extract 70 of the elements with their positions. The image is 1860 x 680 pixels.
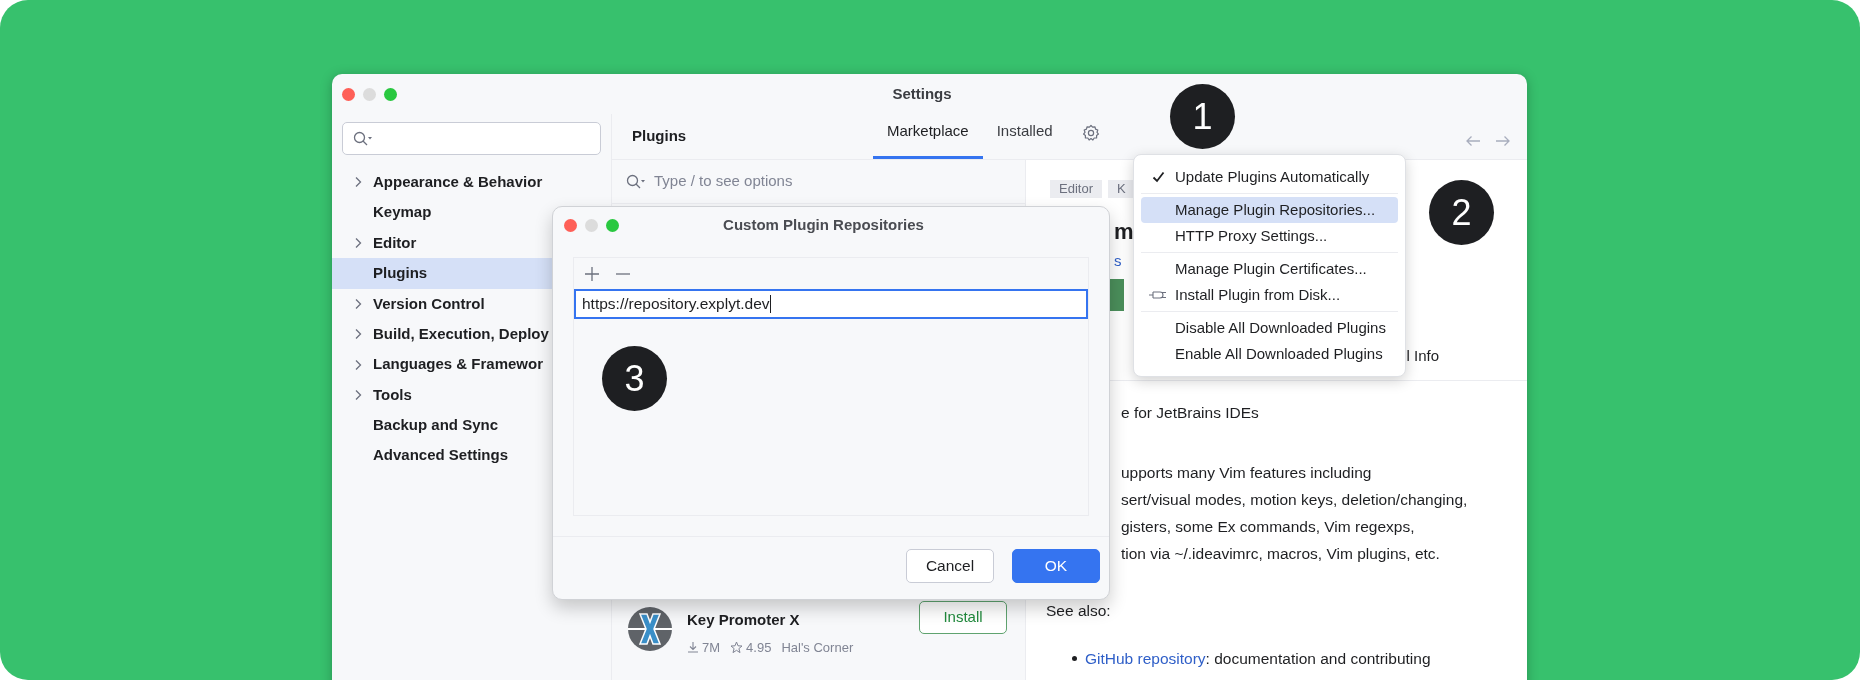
menu-item[interactable]: Disable All Downloaded Plugins [1141,315,1398,341]
forward-arrow-icon[interactable] [1495,134,1511,147]
menu-item[interactable]: Update Plugins Automatically [1141,164,1398,190]
plugin-rating: 4.95 [746,638,772,657]
sidebar-item-label: Editor [373,232,417,253]
download-icon [687,641,699,654]
sidebar-item-label: Tools [373,384,412,405]
sidebar-item-label: Keymap [373,202,432,223]
sidebar-item-label: Version Control [373,293,485,314]
sidebar-item-label: Advanced Settings [373,445,509,466]
menu-item[interactable]: Install Plugin from Disk... [1141,282,1398,308]
menu-item[interactable]: Manage Plugin Repositories... [1141,197,1398,223]
star-icon [730,640,744,654]
add-icon[interactable] [584,265,600,282]
plugins-title: Plugins [632,126,687,147]
chevron-right-icon[interactable] [354,297,362,310]
zoom-window-button[interactable] [606,218,619,232]
plugin-vendor: Hal's Corner [781,638,854,657]
tab[interactable]: l Info [1406,344,1439,367]
tab[interactable]: Installed [982,114,1067,159]
description-text: tion via ~/.ideavimrc, macros, Vim plugins, etc. [1121,544,1441,565]
sidebar-item-label: Build, Execution, Deploy [373,323,549,344]
github-link[interactable]: GitHub repository [1085,649,1206,667]
description-text: upports many Vim features including [1121,463,1373,484]
dialog-title: Custom Plugin Repositories [723,214,924,235]
search-icon [626,173,646,190]
plugin-title: m [1114,218,1134,246]
menu-item[interactable]: Enable All Downloaded Plugins [1141,341,1398,367]
install-button[interactable] [1110,278,1124,311]
close-window-button[interactable] [342,87,355,101]
menu-item[interactable]: Manage Plugin Certificates... [1141,256,1398,282]
chevron-right-icon[interactable] [354,236,362,249]
ok-button[interactable]: OK [1012,549,1100,583]
sidebar-item[interactable]: Editor [332,227,611,259]
plugin-name: Key Promoter X [687,610,801,630]
bullet-text: GitHub repository: documentation and contributing [1085,648,1431,669]
install-button[interactable]: Install [919,601,1007,634]
bullet-icon [1072,655,1077,661]
search-icon [353,130,373,147]
text-cursor [769,295,771,313]
vendor-link[interactable]: s [1114,250,1122,273]
plug-icon [1148,289,1168,301]
chevron-right-icon[interactable] [354,328,362,341]
sidebar-item-label: Backup and Sync [373,415,499,436]
tag: K [1107,180,1135,198]
repository-url-field[interactable]: https://repository.explyt.dev [574,289,1088,319]
description-text: sert/visual modes, motion keys, deletion/changing, [1121,490,1469,511]
sidebar-item[interactable]: Appearance & Behavior [332,167,611,198]
chevron-right-icon[interactable] [354,358,362,371]
window-title: Settings [892,83,952,104]
download-count: 7M [702,638,721,657]
sidebar-item-label: Plugins [373,263,428,284]
back-arrow-icon[interactable] [1465,134,1481,147]
settings-icon[interactable] [1081,123,1100,142]
search-field[interactable] [342,122,601,155]
chevron-right-icon[interactable] [354,176,362,189]
description-text: e for JetBrains IDEs [1121,403,1260,423]
plugin-search-field[interactable]: Type / to see options [654,170,954,193]
chevron-right-icon[interactable] [354,388,362,401]
zoom-window-button[interactable] [384,87,397,101]
cancel-button[interactable]: Cancel [906,549,994,583]
sidebar-item-label: Appearance & Behavior [373,171,543,192]
tag: Editor [1050,180,1102,198]
see-also-text: See also: [1045,601,1112,622]
description-text: gisters, some Ex commands, Vim regexps, [1121,517,1416,538]
tab[interactable]: Marketplace [873,114,983,159]
menu-item[interactable]: HTTP Proxy Settings... [1141,223,1398,249]
plugin-logo-icon [627,606,673,652]
sidebar-item-label: Languages & Framewor [373,354,544,375]
close-window-button[interactable] [564,218,577,232]
